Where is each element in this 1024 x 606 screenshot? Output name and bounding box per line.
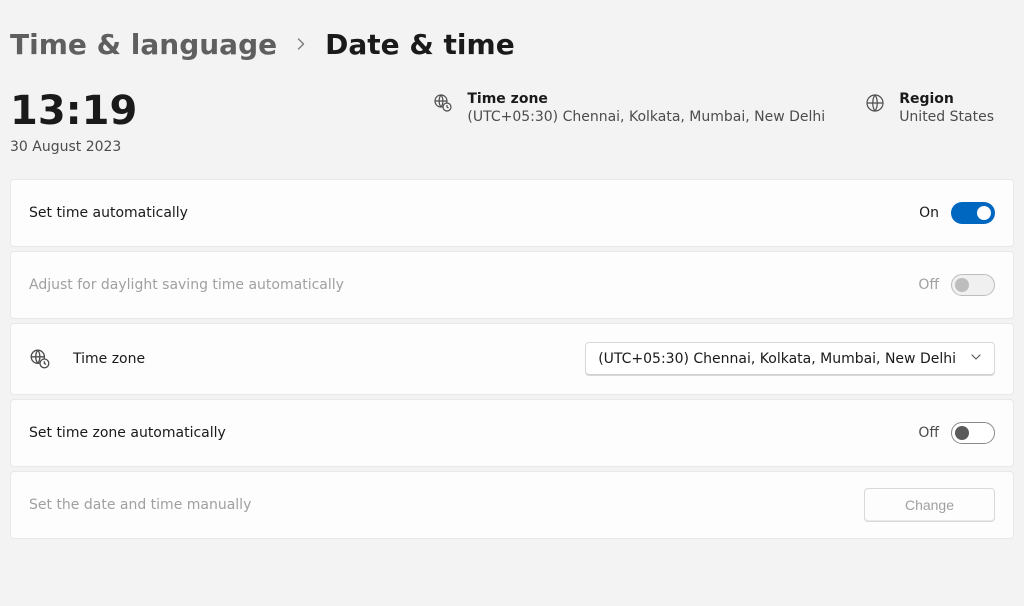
row-dst-automatically: Adjust for daylight saving time automati… — [10, 251, 1014, 319]
row-label: Set time zone automatically — [29, 425, 226, 441]
change-button: Change — [864, 488, 995, 522]
info-card-timezone: Time zone (UTC+05:30) Chennai, Kolkata, … — [433, 91, 825, 125]
toggle-state-label: Off — [918, 277, 939, 293]
toggle-set-time-zone-automatically[interactable] — [951, 422, 995, 444]
row-set-manual: Set the date and time manually Change — [10, 471, 1014, 539]
toggle-state-label: Off — [918, 425, 939, 441]
info-region-title: Region — [899, 91, 994, 107]
info-card-region: Region United States — [865, 91, 994, 125]
info-timezone-title: Time zone — [467, 91, 825, 107]
globe-clock-icon — [433, 93, 453, 113]
breadcrumb-parent[interactable]: Time & language — [10, 28, 277, 61]
dropdown-value: (UTC+05:30) Chennai, Kolkata, Mumbai, Ne… — [598, 351, 956, 367]
header-info-row: 13:19 30 August 2023 Time zone (UTC+05:3… — [10, 61, 1014, 179]
clock-date: 30 August 2023 — [10, 139, 137, 155]
row-label: Adjust for daylight saving time automati… — [29, 277, 344, 293]
toggle-dst-automatically — [951, 274, 995, 296]
info-timezone-value: (UTC+05:30) Chennai, Kolkata, Mumbai, Ne… — [467, 109, 825, 125]
row-set-time-automatically: Set time automatically On — [10, 179, 1014, 247]
toggle-state-label: On — [919, 205, 939, 221]
row-label: Set the date and time manually — [29, 497, 251, 513]
globe-icon — [865, 93, 885, 113]
row-label: Time zone — [73, 351, 145, 367]
chevron-down-icon — [970, 351, 982, 367]
clock-block: 13:19 30 August 2023 — [10, 91, 137, 155]
breadcrumb: Time & language Date & time — [10, 0, 1014, 61]
chevron-right-icon — [295, 34, 307, 55]
toggle-set-time-automatically[interactable] — [951, 202, 995, 224]
info-region-value: United States — [899, 109, 994, 125]
dropdown-time-zone[interactable]: (UTC+05:30) Chennai, Kolkata, Mumbai, Ne… — [585, 342, 995, 376]
breadcrumb-current: Date & time — [325, 28, 515, 61]
row-time-zone: Time zone (UTC+05:30) Chennai, Kolkata, … — [10, 323, 1014, 395]
row-set-time-zone-automatically: Set time zone automatically Off — [10, 399, 1014, 467]
clock-time: 13:19 — [10, 91, 137, 131]
globe-clock-icon — [29, 348, 51, 370]
row-label: Set time automatically — [29, 205, 188, 221]
